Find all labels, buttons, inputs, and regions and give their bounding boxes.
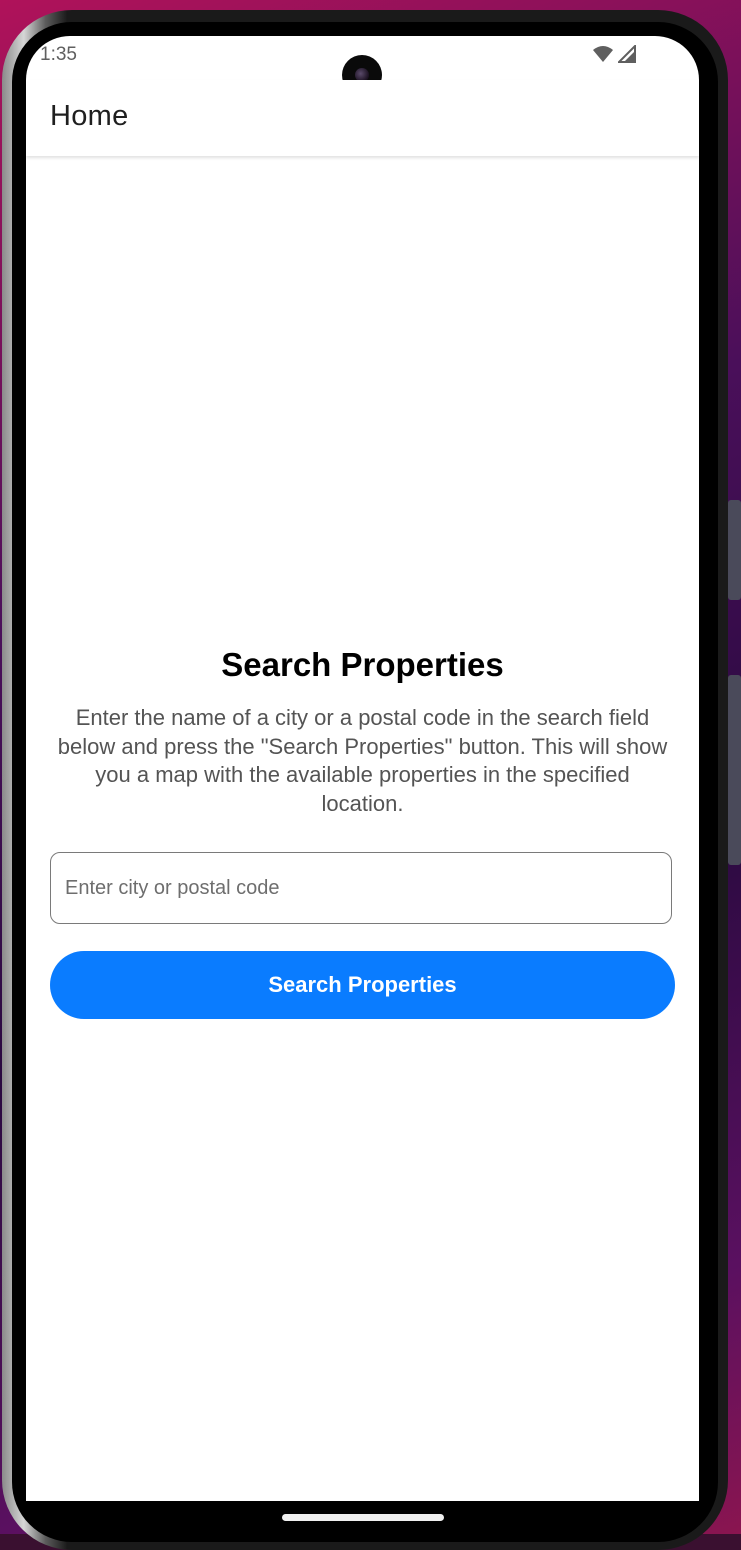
background-window-edge [728,500,741,600]
search-heading: Search Properties [221,646,504,683]
status-icons [592,43,636,68]
cellular-signal-icon [616,43,636,68]
search-input[interactable] [65,853,655,923]
wifi-icon [592,45,614,68]
status-time: 1:35 [40,44,77,65]
search-properties-button[interactable]: Search Properties [50,951,675,1019]
device-screen: 1:35 Home Search Properties Enter the na… [26,36,699,1501]
home-gesture-bar[interactable] [282,1514,444,1521]
background-window-edge [728,675,741,865]
page-title: Home [50,100,129,132]
search-description: Enter the name of a city or a postal cod… [57,705,668,816]
search-field[interactable] [50,852,672,924]
app-bar: Home [26,80,699,156]
